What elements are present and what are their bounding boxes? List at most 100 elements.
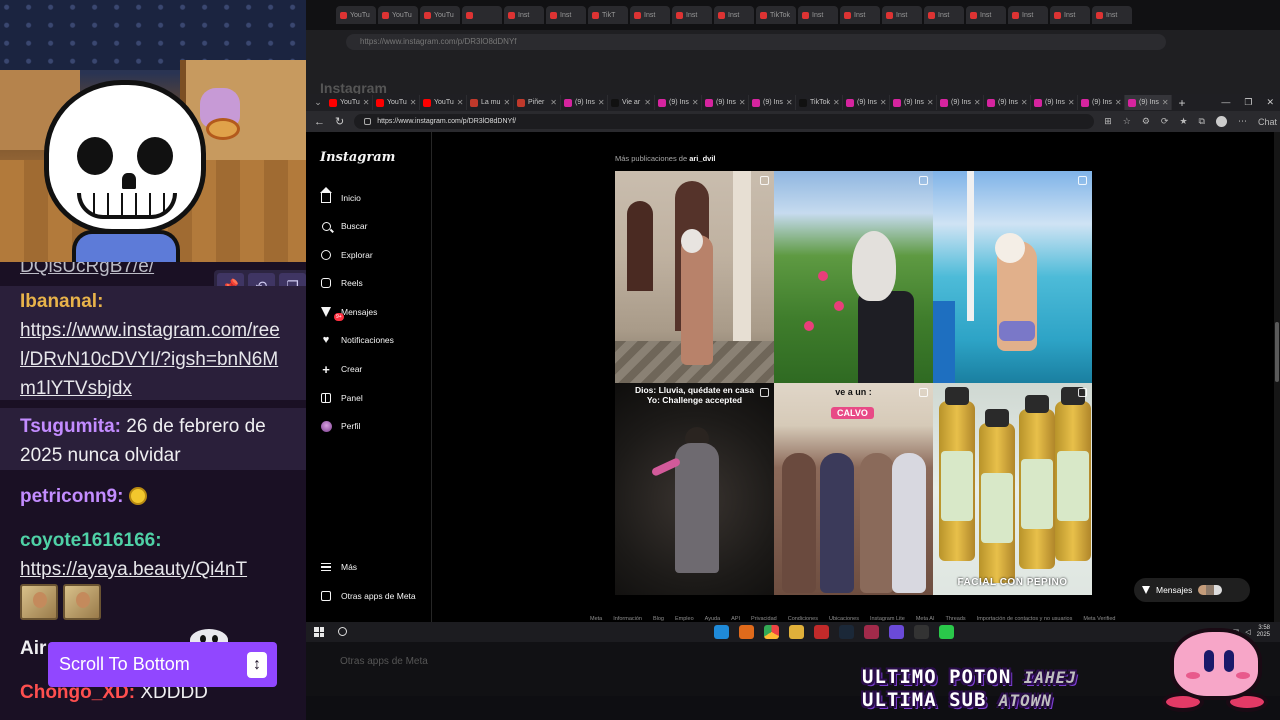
app-icon[interactable] [939, 625, 954, 639]
tab-close-icon[interactable]: ✕ [880, 98, 887, 107]
browser-tab[interactable]: Piñer ✕ [514, 95, 561, 110]
browser-tab[interactable]: YouTu ✕ [373, 95, 420, 110]
minimize-icon[interactable]: — [1221, 97, 1230, 108]
browser-tab[interactable]: TikTok ✕ [796, 95, 843, 110]
chat-username[interactable]: Air [20, 638, 46, 659]
home-icon [320, 187, 332, 204]
messages-bubble[interactable]: Mensajes [1134, 578, 1250, 602]
browser-tab[interactable]: (9) Ins ✕ [843, 95, 890, 110]
browser-tab[interactable]: YouTu ✕ [420, 95, 467, 110]
tab-close-icon[interactable]: ✕ [410, 98, 417, 107]
tab-close-icon[interactable]: ✕ [457, 98, 464, 107]
nav-inicio[interactable]: Inicio [320, 187, 361, 206]
favorites-icon[interactable]: ★ [1179, 116, 1187, 127]
browser-tab[interactable]: (9) Ins ✕ [655, 95, 702, 110]
browser-tab[interactable]: (9) Ins ✕ [1078, 95, 1125, 110]
instagram-logo[interactable]: Instagram [320, 150, 395, 165]
steam-icon[interactable] [839, 625, 854, 639]
back-icon[interactable]: ← [314, 116, 325, 128]
tab-close-icon[interactable]: ✕ [363, 98, 370, 107]
extensions-icon[interactable]: ⚙ [1142, 116, 1150, 127]
chat-username[interactable]: coyote1616166: [20, 530, 162, 551]
nav-notificaciones[interactable]: ♥ Notificaciones [320, 332, 394, 348]
browser-tab[interactable]: La mu ✕ [467, 95, 514, 110]
post-thumbnail[interactable]: FACIAL CON PEPINO [933, 383, 1092, 595]
browser-tab[interactable]: (9) Ins ✕ [1125, 95, 1172, 110]
address-bar[interactable]: https://www.instagram.com/p/DR3lO8dDNYf/ [354, 114, 1095, 129]
app-icon[interactable] [814, 625, 829, 639]
scroll-to-bottom-button[interactable]: Scroll To Bottom ↕ [48, 642, 277, 687]
tab-close-icon[interactable]: ✕ [692, 98, 699, 107]
browser-tab[interactable]: (9) Ins ✕ [1031, 95, 1078, 110]
tab-close-icon[interactable]: ✕ [927, 98, 934, 107]
nav-reels[interactable]: Reels [320, 275, 363, 291]
app-icon[interactable] [889, 625, 904, 639]
nav-crear[interactable]: + Crear [320, 361, 362, 377]
browser-tab[interactable]: (9) Ins ✕ [890, 95, 937, 110]
post-thumbnail[interactable]: ve a un : CALVO [774, 383, 933, 595]
chat-link[interactable]: DQlsUcRgB7/e/ [20, 262, 154, 277]
tab-close-icon[interactable]: ✕ [644, 98, 651, 107]
nav-mas[interactable]: Más [320, 559, 357, 575]
tab-close-icon[interactable]: ✕ [739, 98, 746, 107]
pizza-item [206, 118, 240, 140]
tab-close-icon[interactable]: ✕ [1162, 98, 1169, 107]
tab-close-icon[interactable]: ✕ [833, 98, 840, 107]
tab-close-icon[interactable]: ✕ [1068, 98, 1075, 107]
profile-avatar[interactable] [1215, 116, 1227, 127]
bookmark-icon[interactable]: ☆ [1123, 116, 1131, 127]
chat-link[interactable]: https://ayaya.beauty/Qi4nT [20, 559, 247, 580]
tab-close-icon[interactable]: ✕ [550, 98, 557, 107]
maximize-icon[interactable]: ❐ [1244, 97, 1252, 108]
tab-list-icon[interactable]: ⌄ [310, 97, 326, 108]
collections-icon[interactable]: ⧉ [1199, 116, 1205, 127]
reload-icon[interactable]: ↻ [335, 115, 344, 128]
browser-tab[interactable]: (9) Ins ✕ [561, 95, 608, 110]
page-scrollbar[interactable] [1274, 132, 1280, 622]
tab-close-icon[interactable]: ✕ [1021, 98, 1028, 107]
install-icon[interactable]: ⊞ [1104, 116, 1112, 127]
edge-icon[interactable] [714, 625, 729, 639]
post-thumbnail[interactable] [615, 171, 774, 383]
app-icon[interactable] [864, 625, 879, 639]
tab-close-icon[interactable]: ✕ [1115, 98, 1122, 107]
tab-close-icon[interactable]: ✕ [598, 98, 605, 107]
nav-perfil[interactable]: Perfil [320, 418, 360, 434]
browser-tab[interactable]: Vie ar ✕ [608, 95, 655, 110]
browser-tab[interactable]: (9) Ins ✕ [702, 95, 749, 110]
post-thumbnail[interactable] [933, 171, 1092, 383]
new-tab-button[interactable]: + [1172, 96, 1192, 110]
nav-panel[interactable]: Panel [320, 390, 363, 406]
more-posts-user[interactable]: ari_dvil [689, 154, 715, 163]
site-info-icon[interactable] [364, 118, 372, 125]
browser-tab[interactable]: YouTu ✕ [326, 95, 373, 110]
tab-close-icon[interactable]: ✕ [974, 98, 981, 107]
browser-tab[interactable]: (9) Ins ✕ [937, 95, 984, 110]
nav-mensajes[interactable]: 9+ Mensajes [320, 304, 377, 321]
chat-username[interactable]: petriconn9: [20, 486, 123, 507]
firefox-icon[interactable] [739, 625, 754, 639]
nav-explorar[interactable]: Explorar [320, 247, 373, 263]
chrome-icon[interactable] [764, 625, 779, 639]
scrollbar-thumb[interactable] [1275, 322, 1279, 382]
post-thumbnail[interactable]: Dios: Lluvia, quédate en casa Yo: Challe… [615, 383, 774, 595]
chat-label[interactable]: Chat [1258, 117, 1277, 127]
browser-tab[interactable]: (9) Ins ✕ [984, 95, 1031, 110]
background-browser: YouTu YouTu YouTu Inst Inst TikT Inst Inst Inst T… [306, 0, 1280, 96]
taskbar-search-icon[interactable] [338, 627, 347, 636]
menu-dots-icon[interactable]: ⋯ [1238, 116, 1247, 127]
tab-close-icon[interactable]: ✕ [503, 98, 510, 107]
chat-link[interactable]: https://www.instagram.com/reel/DRvN10cDV… [20, 320, 280, 399]
close-window-icon[interactable]: ✕ [1266, 97, 1274, 108]
post-thumbnail[interactable] [774, 171, 933, 383]
chat-username[interactable]: Ibananal: [20, 291, 103, 312]
tab-close-icon[interactable]: ✕ [786, 98, 793, 107]
refresh-icon[interactable]: ⟳ [1161, 116, 1169, 127]
app-icon[interactable] [914, 625, 929, 639]
file-explorer-icon[interactable] [789, 625, 804, 639]
browser-tab[interactable]: (9) Ins ✕ [749, 95, 796, 110]
nav-buscar[interactable]: Buscar [320, 218, 367, 234]
nav-otras-apps[interactable]: Otras apps de Meta [320, 588, 416, 604]
windows-start-icon[interactable] [314, 627, 324, 637]
chat-username[interactable]: Tsugumita: [20, 416, 121, 437]
